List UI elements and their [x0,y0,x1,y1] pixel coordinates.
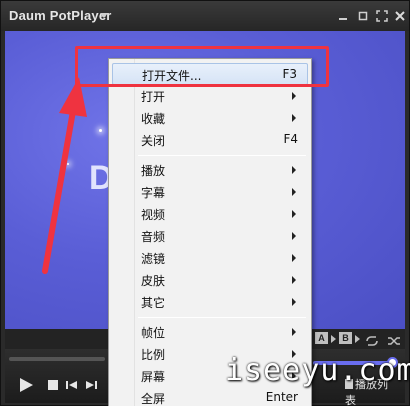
watermark-text: iseeyu.com [225,353,410,388]
annotation-arrow-icon [42,77,87,274]
player-window: Daum PotPlayer D A B 播放列表 打开文件... F3 打开 … [0,0,410,406]
